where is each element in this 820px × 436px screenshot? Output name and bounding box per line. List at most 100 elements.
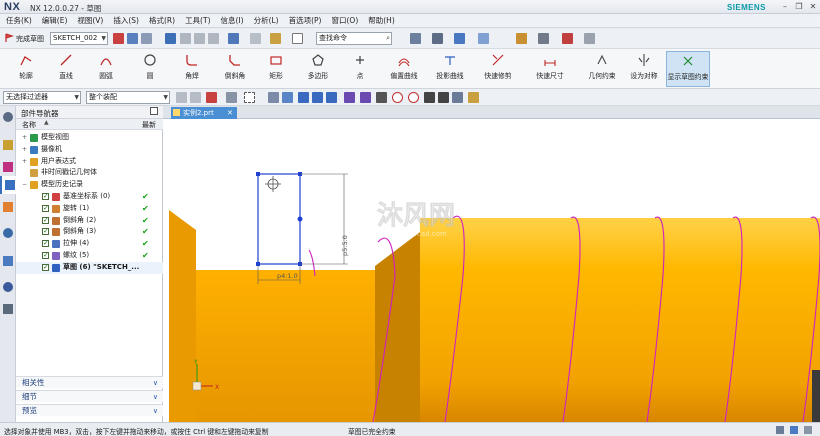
tool-make-symmetric[interactable]: 设为对称 <box>624 51 664 87</box>
tool-line[interactable]: 直线 <box>46 51 86 87</box>
threaded-cylinder[interactable] <box>420 218 820 422</box>
feature-checkbox[interactable] <box>42 238 49 250</box>
select-all-icon[interactable] <box>190 92 201 103</box>
reuse-library-icon[interactable] <box>3 202 13 212</box>
layout-icon[interactable] <box>410 33 421 44</box>
save-icon[interactable] <box>165 33 176 44</box>
tool-arc[interactable]: 圆弧 <box>86 51 126 87</box>
section-preview[interactable]: 预览 ∨ <box>16 404 163 416</box>
tool-quick-trim[interactable]: 快速修剪 <box>478 51 518 87</box>
wave-snap-icon[interactable] <box>360 92 371 103</box>
part-navigator-tab[interactable] <box>0 176 16 194</box>
tree-row[interactable]: 倒斜角 (3) ✔ <box>16 226 163 238</box>
tool-rapid-dimension[interactable]: 快速尺寸 <box>530 51 570 87</box>
menu-edit[interactable]: 编辑(E) <box>42 15 68 26</box>
web-browser-icon[interactable] <box>3 228 13 238</box>
tree-row[interactable]: − 模型历史记录 <box>16 179 163 191</box>
finish-sketch-button[interactable]: 完成草图 <box>16 34 44 44</box>
rectangle-select-icon[interactable] <box>244 92 255 103</box>
menu-task[interactable]: 任务(K) <box>6 15 32 26</box>
tool-profile[interactable]: 轮廓 <box>6 51 46 87</box>
tangent-snap-icon[interactable] <box>438 92 449 103</box>
finish-sketch-icon[interactable] <box>4 33 15 43</box>
minimize-button[interactable]: – <box>780 2 790 12</box>
gear-icon[interactable] <box>3 112 13 122</box>
status-icon-c[interactable] <box>804 426 812 434</box>
dimension-vertical[interactable]: p5:5.0 <box>341 235 349 256</box>
section-details[interactable]: 细节 ∨ <box>16 390 163 402</box>
tree-row[interactable]: + 摄像机 <box>16 144 163 156</box>
paste-icon[interactable] <box>208 33 219 44</box>
feature-checkbox[interactable] <box>42 226 49 238</box>
orient-sketch-icon[interactable] <box>113 33 124 44</box>
selection-priority-icon[interactable] <box>516 33 527 44</box>
scope-select[interactable]: 整个装配 ▼ <box>86 91 170 104</box>
tree-row[interactable]: + 用户表达式 <box>16 156 163 168</box>
filter-settings-icon[interactable] <box>176 92 187 103</box>
constraint-display-icon[interactable] <box>562 33 573 44</box>
center-snap-icon[interactable] <box>392 92 403 103</box>
tree-row[interactable]: + 模型视图 <box>16 132 163 144</box>
menu-format[interactable]: 格式(R) <box>149 15 175 26</box>
face-icon[interactable] <box>282 92 293 103</box>
midpoint-snap-icon[interactable] <box>376 92 387 103</box>
feature-checkbox[interactable] <box>42 262 49 274</box>
tree-row[interactable]: 拉伸 (4) ✔ <box>16 238 163 250</box>
tool-rectangle[interactable]: 矩形 <box>256 51 296 87</box>
section-dependencies[interactable]: 相关性 ∨ <box>16 376 163 388</box>
history-icon[interactable] <box>3 256 13 266</box>
roles-icon[interactable] <box>3 304 13 314</box>
selection-filter-select[interactable]: 无选择过滤器 ▼ <box>3 91 81 104</box>
update-model-icon[interactable] <box>141 33 152 44</box>
grid-snap-icon[interactable] <box>452 92 463 103</box>
snap-settings-icon[interactable] <box>468 92 479 103</box>
view-orient-icon[interactable] <box>454 33 465 44</box>
tool-geometric-constraint[interactable]: 几何约束 <box>582 51 622 87</box>
feature-checkbox[interactable] <box>42 250 49 262</box>
menu-info[interactable]: 信息(I) <box>221 15 244 26</box>
menu-analysis[interactable]: 分析(L) <box>254 15 279 26</box>
undo-icon[interactable] <box>228 33 239 44</box>
shaft-small[interactable] <box>196 270 381 422</box>
column-name[interactable]: 名称 <box>22 120 36 130</box>
tree-row[interactable]: 螺纹 (5) ✔ <box>16 250 163 262</box>
navigator-maximize-button[interactable] <box>150 107 158 115</box>
status-icon-b[interactable] <box>790 426 798 434</box>
tab-part-file[interactable]: 实例2.prt ✕ <box>171 107 237 119</box>
tool-point[interactable]: 点 <box>340 51 380 87</box>
deselect-icon[interactable] <box>206 92 217 103</box>
intersection-snap-icon[interactable] <box>424 92 435 103</box>
tool-project-curve[interactable]: 投影曲线 <box>430 51 470 87</box>
sketch-name-select[interactable]: SKETCH_002 ▼ <box>50 32 108 45</box>
feature-checkbox[interactable] <box>42 215 49 226</box>
tree-row[interactable]: 草图 (6) "SKETCH_... <box>16 261 163 274</box>
selection-mode-icon[interactable] <box>538 33 549 44</box>
tool-circle[interactable]: 圆 <box>130 51 170 87</box>
measure-icon[interactable] <box>270 33 281 44</box>
reattach-icon[interactable] <box>127 33 138 44</box>
chamfer-face[interactable] <box>375 232 420 422</box>
tree-row[interactable]: 非时间戳记几何体 <box>16 167 163 179</box>
expand-toggle-icon[interactable]: + <box>22 156 29 168</box>
menu-preferences[interactable]: 首选项(P) <box>289 15 322 26</box>
end-face[interactable] <box>169 210 196 422</box>
menu-tools[interactable]: 工具(T) <box>185 15 210 26</box>
more-tools-icon[interactable] <box>584 33 595 44</box>
tool-offset-curve[interactable]: 偏置曲线 <box>384 51 424 87</box>
tool-polygon[interactable]: 多边形 <box>298 51 338 87</box>
model-scene[interactable]: p5:5.0 p4:1.0 沐风网 www.mfcad.com Y X <box>163 106 820 422</box>
constraint-navigator-icon[interactable] <box>3 162 13 172</box>
solid-icon[interactable] <box>268 92 279 103</box>
menu-window[interactable]: 窗口(O) <box>331 15 358 26</box>
feature-checkbox[interactable] <box>42 191 49 203</box>
spline-snap-icon[interactable] <box>344 92 355 103</box>
view-scroll-handle[interactable] <box>812 370 820 422</box>
menu-insert[interactable]: 插入(S) <box>113 15 139 26</box>
tool-chamfer[interactable]: 倒斜角 <box>215 51 255 87</box>
snap-icon[interactable] <box>478 33 489 44</box>
quadrant-snap-icon[interactable] <box>408 92 419 103</box>
graphics-window[interactable]: p5:5.0 p4:1.0 沐风网 www.mfcad.com Y X <box>163 106 820 422</box>
column-latest[interactable]: 最新 <box>142 120 156 130</box>
feature-checkbox[interactable] <box>42 203 49 215</box>
window-select-icon[interactable] <box>292 33 303 44</box>
